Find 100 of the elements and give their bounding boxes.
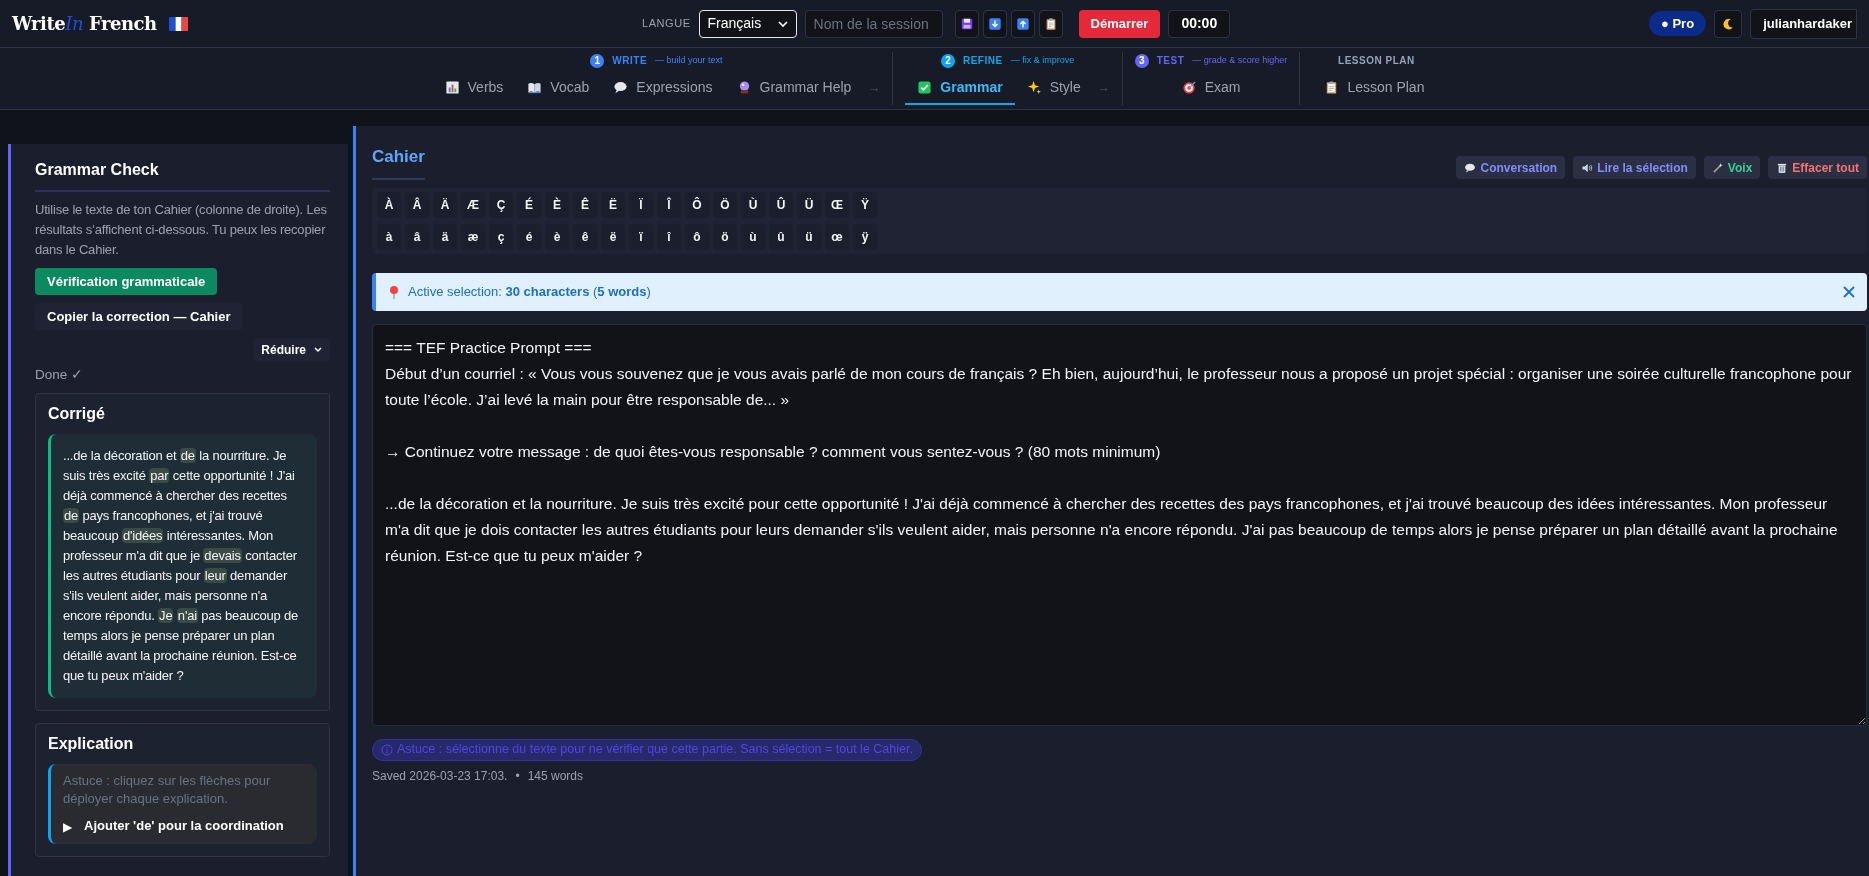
accent-key[interactable]: Û bbox=[769, 191, 793, 218]
word-count: 145 words bbox=[527, 767, 584, 785]
read-selection-button[interactable]: Lire la sélection bbox=[1573, 156, 1696, 179]
corrected-text: ...de la décoration et de la nourriture. Je suis très excité par cette opportunité ! J'ai déjà commencé à chercher des recettes de pays francophones, et j'ai trouvé beaucoup d'idées intéressantes. Mon professeur m'a dit que je devais contacter les autres étudiants pour leur demander s'ils veulent aider, mais personne n'a encore répondu. Je n'ai pas beaucoup de temps alors je pense préparer un plan détaillé avant la prochaine réunion. Est-ce que tu peux m'aider ? bbox=[48, 434, 317, 699]
nav-tab[interactable]: Style bbox=[1014, 71, 1093, 105]
expand-toggle[interactable]: ▶ bbox=[63, 818, 72, 837]
accent-key[interactable]: à bbox=[377, 223, 401, 250]
accent-key[interactable]: ç bbox=[489, 223, 513, 250]
speaker-icon bbox=[1581, 161, 1594, 174]
step-title: REFINE bbox=[962, 54, 1003, 68]
hint-text: Astuce : cliquez sur les flèches pour déployer chaque explication. bbox=[63, 772, 272, 809]
step-title: LESSON PLAN bbox=[1338, 54, 1415, 68]
step-subtitle: — build your text bbox=[655, 53, 723, 67]
brand-logo: WriteIn French bbox=[12, 12, 157, 36]
close-icon bbox=[1843, 285, 1855, 298]
timer-display: 00:00 bbox=[1168, 9, 1231, 38]
start-button[interactable]: Démarrer bbox=[1078, 9, 1161, 38]
panel-title: Grammar Check bbox=[35, 158, 330, 192]
nav-tab[interactable]: Expressions bbox=[601, 71, 725, 105]
notebook-textarea[interactable]: === TEF Practice Prompt === Début d’un courriel : « Vous vous souvenez que je vous avais parlé de mon cours de français ? Eh bien, aujourd’hui, le professeur nous a proposé un projet spécial : organiser une soirée culturelle francophone pour toute l’école. J’ai levé la main pour être responsable de... » → Continuez votre message : de quoi êtes-vous responsable ? comment vous sentez-vous ? (80 mots minimum) ...de la décoration et la nourriture. Je suis très excité pour cette opportunité ! J'ai déjà commencé à chercher des recettes des pays francophones, et j'ai trouvé beaucoup des idées intéressantes. Mon professeur m'a dit que je dois contacter les autres étudiants pour leurs demander s'ils veulent aider, mais personne n'a encore répondu. J'ai pas beaucoup de temps alors je pense préparer un plan détaillé avant la prochaine réunion. Est-ce que tu peux m'aider ? bbox=[372, 323, 1867, 726]
accent-key[interactable]: ö bbox=[713, 223, 737, 250]
accent-key[interactable]: â bbox=[405, 223, 429, 250]
session-name-field[interactable]: Nom de la session bbox=[804, 9, 943, 38]
accent-key[interactable]: ô bbox=[685, 223, 709, 250]
voice-button[interactable]: Voix bbox=[1703, 156, 1761, 179]
accent-key[interactable]: æ bbox=[461, 223, 485, 250]
accent-key[interactable]: ÿ bbox=[853, 223, 877, 250]
trash-icon bbox=[1776, 161, 1789, 174]
upload-icon bbox=[1015, 16, 1030, 31]
bar-chart-icon bbox=[444, 79, 460, 95]
close-button[interactable] bbox=[1843, 285, 1855, 298]
accent-key[interactable]: ä bbox=[433, 223, 457, 250]
accent-key[interactable]: Ô bbox=[685, 191, 709, 218]
download-button[interactable] bbox=[982, 9, 1007, 38]
saved-status: Saved 2026-03-23 17:03. bbox=[372, 767, 508, 785]
collapse-button[interactable]: Réduire bbox=[253, 338, 330, 361]
nav-tab[interactable]: Vocab bbox=[515, 71, 602, 105]
sparkles-icon bbox=[1026, 79, 1042, 95]
arrow-text: → bbox=[867, 79, 881, 98]
accent-key[interactable]: œ bbox=[825, 223, 849, 250]
accent-key[interactable]: Ê bbox=[573, 191, 597, 218]
step-subtitle: — grade & score higher bbox=[1192, 53, 1288, 67]
target-icon bbox=[1181, 79, 1197, 95]
clipboard-button[interactable] bbox=[1038, 9, 1063, 38]
grammar-check-button[interactable]: Vérification grammaticale bbox=[35, 268, 218, 295]
accent-key[interactable]: ë bbox=[601, 223, 625, 250]
speech-bubble-icon bbox=[613, 79, 629, 95]
step-number: 2 bbox=[940, 53, 955, 68]
card-title: Explication bbox=[48, 734, 135, 755]
nav-tab[interactable]: Grammar Help bbox=[724, 71, 864, 105]
upload-button[interactable] bbox=[1010, 9, 1035, 38]
status-text: Done ✓ bbox=[35, 366, 85, 384]
wand-icon bbox=[1711, 161, 1724, 174]
nav-tab[interactable]: Grammar bbox=[905, 71, 1015, 105]
accent-key[interactable]: È bbox=[545, 191, 569, 218]
step-title: WRITE bbox=[612, 54, 648, 68]
accent-key[interactable]: Â bbox=[405, 191, 429, 218]
accent-key[interactable]: Æ bbox=[461, 191, 485, 218]
dark-mode-button[interactable] bbox=[1714, 9, 1743, 38]
accent-key[interactable]: Ç bbox=[489, 191, 513, 218]
nav-tab[interactable]: Exam bbox=[1169, 71, 1253, 105]
conversation-button[interactable]: Conversation bbox=[1456, 156, 1566, 179]
chevron-down-icon bbox=[777, 19, 788, 28]
step-title: TEST bbox=[1156, 54, 1185, 68]
accent-key[interactable]: É bbox=[517, 191, 541, 218]
intro-text: Utilise le texte de ton Cahier (colonne de droite). Les résultats s’affichent ci-dessous. Tu peux les recopier dans le Cahier. bbox=[35, 201, 328, 259]
checkmark-icon bbox=[917, 79, 933, 95]
accent-key[interactable]: Ù bbox=[741, 191, 765, 218]
user-menu-button[interactable]: julianhardaker bbox=[1750, 8, 1857, 39]
accent-key[interactable]: ê bbox=[573, 223, 597, 250]
copy-correction-button[interactable]: Copier la correction — Cahier bbox=[35, 303, 243, 330]
accent-key[interactable]: î bbox=[657, 223, 681, 250]
accent-key[interactable]: Ä bbox=[433, 191, 457, 218]
nav-tab[interactable]: Lesson Plan bbox=[1312, 71, 1437, 105]
explanation-item: Ajouter 'de' pour la coordination bbox=[84, 817, 284, 836]
accent-key[interactable]: Ÿ bbox=[853, 191, 877, 218]
accent-key[interactable]: ù bbox=[741, 223, 765, 250]
accent-key[interactable]: ï bbox=[629, 223, 653, 250]
accent-key[interactable]: Ë bbox=[601, 191, 625, 218]
tip-text: Astuce : sélectionne du texte pour ne vérifier que cette partie. Sans sélection = tout le Cahier. bbox=[372, 738, 922, 761]
selection-text: Active selection: 30 characters (5 words) bbox=[408, 282, 651, 301]
accent-key[interactable]: Ö bbox=[713, 191, 737, 218]
card-title: Corrigé bbox=[48, 404, 106, 425]
accent-key[interactable]: ü bbox=[797, 223, 821, 250]
language-label: LANGUE bbox=[642, 16, 691, 32]
separator-dot: • bbox=[515, 767, 520, 785]
step-number: 3 bbox=[1134, 53, 1149, 68]
chevron-down-icon bbox=[314, 346, 322, 353]
clear-all-button[interactable]: Effacer tout bbox=[1768, 156, 1867, 179]
accent-key[interactable]: é bbox=[517, 223, 541, 250]
nav-tab[interactable]: Verbs bbox=[432, 71, 516, 105]
accent-key[interactable]: À bbox=[377, 191, 401, 218]
accent-key[interactable]: û bbox=[769, 223, 793, 250]
accent-key[interactable]: Ï bbox=[629, 191, 653, 218]
accent-key[interactable]: è bbox=[545, 223, 569, 250]
accent-key[interactable]: Œ bbox=[825, 191, 849, 218]
accent-key[interactable]: Ü bbox=[797, 191, 821, 218]
accent-key[interactable]: Î bbox=[657, 191, 681, 218]
save-button[interactable] bbox=[954, 9, 979, 38]
language-select[interactable]: Français bbox=[698, 9, 797, 38]
